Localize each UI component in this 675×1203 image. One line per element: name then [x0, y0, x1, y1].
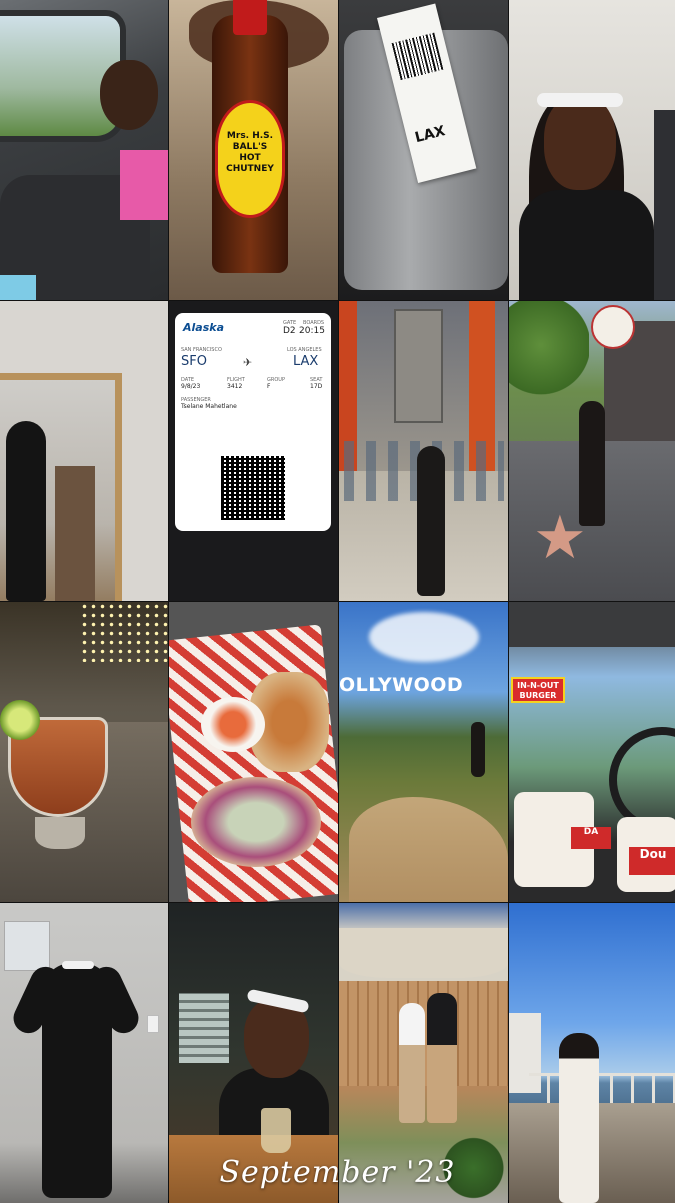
plane-icon: ✈ — [243, 356, 253, 369]
wrapper-text: DA — [571, 827, 611, 849]
tile-tacos — [169, 602, 338, 902]
tile-walk-of-fame: ★ — [509, 301, 675, 601]
person — [579, 401, 605, 526]
headband — [537, 93, 623, 107]
door — [654, 110, 675, 300]
black-shirt — [519, 190, 654, 300]
wrapper-text: Dou — [629, 847, 675, 875]
qr-code — [221, 456, 285, 520]
tile-hollywood-sign: OLLYWOOD — [339, 602, 508, 902]
tile-chinese-theatre — [339, 301, 508, 601]
person — [427, 993, 457, 1123]
person — [399, 1003, 425, 1123]
seat-value: 17D — [310, 383, 323, 390]
salsa-cup — [201, 697, 265, 752]
tile-cocktail — [0, 602, 168, 902]
tile-boarding-pass: Alaska GATE D2 BOARDS 20:15 SAN FRANCISC… — [169, 301, 338, 601]
reflection-figure — [6, 421, 46, 601]
person — [417, 446, 445, 596]
awning — [339, 928, 508, 978]
tile-mirror-selfie — [0, 301, 168, 601]
dirt-trail — [349, 797, 508, 902]
bottle-label: Mrs. H.S. BALL'S HOT CHUTNEY — [215, 100, 285, 218]
tile-in-n-out: IN-N-OUT BURGER DA Dou — [509, 602, 675, 902]
person — [471, 722, 485, 777]
group-value: F — [267, 383, 271, 390]
carved-panel — [394, 309, 443, 423]
wall-art — [4, 921, 50, 971]
car-ceiling — [509, 602, 675, 647]
shelf — [55, 466, 95, 601]
from-city: SAN FRANCISCO — [181, 347, 222, 353]
in-n-out-sign: IN-N-OUT BURGER — [511, 677, 565, 703]
barcode — [391, 32, 444, 81]
from-code: SFO — [181, 354, 207, 369]
headband — [62, 961, 94, 969]
string-lights — [80, 602, 168, 662]
glass-stem — [35, 817, 85, 849]
gate-value: D2 — [283, 326, 296, 336]
face — [544, 95, 616, 190]
lime-wedge — [0, 700, 40, 740]
photo-collage: Mrs. H.S. BALL'S HOT CHUTNEY LAX Alaska … — [0, 0, 675, 1203]
flight-value: 3412 — [227, 383, 243, 390]
tile-luggage-tag: LAX — [339, 0, 508, 300]
trees — [509, 301, 589, 411]
hollywood-sign: OLLYWOOD — [339, 674, 464, 696]
tile-chutney: Mrs. H.S. BALL'S HOT CHUTNEY — [169, 0, 338, 300]
pink-top — [120, 150, 168, 220]
fish-taco — [191, 777, 321, 867]
cloud — [369, 612, 479, 662]
tile-smiling-selfie — [509, 0, 675, 300]
iced-drink — [261, 1108, 291, 1153]
shoe — [0, 275, 36, 300]
boarding-pass-card: Alaska GATE D2 BOARDS 20:15 SAN FRANCISC… — [175, 313, 331, 531]
person-head — [100, 60, 158, 130]
passenger-name: Tselane Mahetlane — [181, 403, 237, 410]
round-sign — [591, 305, 635, 349]
airline-logo: Alaska — [183, 321, 224, 334]
tag-airport-code: LAX — [413, 123, 447, 147]
collage-caption: September '23 — [219, 1155, 456, 1190]
date-value: 9/8/23 — [181, 383, 201, 390]
boards-value: 20:15 — [299, 326, 325, 336]
drink-fridge — [179, 993, 229, 1063]
light-switch — [147, 1015, 159, 1033]
to-code: LAX — [293, 354, 319, 369]
to-city: LOS ANGELES — [287, 347, 322, 353]
bottle-cap — [233, 0, 267, 35]
tile-car-selfie — [0, 0, 168, 300]
